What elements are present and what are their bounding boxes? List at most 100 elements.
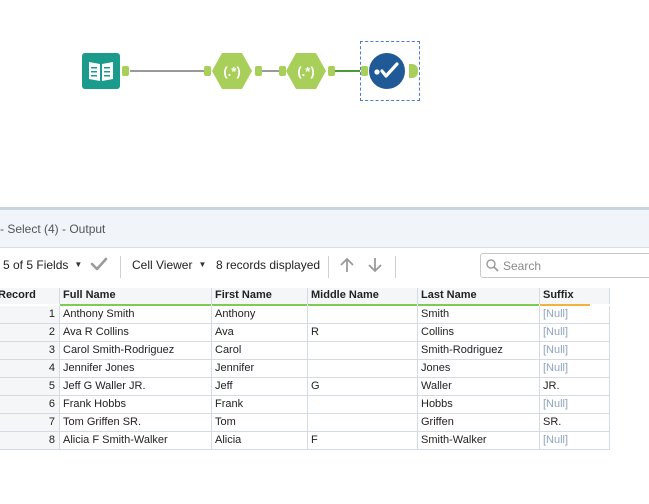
input-data-tool[interactable]: [82, 53, 120, 89]
column-header-middle-name[interactable]: Middle Name: [308, 288, 418, 306]
input-anchor[interactable]: [361, 66, 368, 76]
first-name-cell[interactable]: Jeff: [212, 378, 308, 396]
middle-name-cell[interactable]: R: [308, 324, 418, 342]
chevron-down-icon: ▼: [74, 260, 83, 269]
first-name-cell[interactable]: Jennifer: [212, 360, 308, 378]
toolbar-divider: [120, 256, 121, 278]
scroll-down-button[interactable]: [366, 256, 384, 277]
column-header-label: Middle Name: [311, 289, 379, 301]
record-number-cell[interactable]: 7: [0, 414, 60, 432]
middle-name-cell[interactable]: [308, 306, 418, 324]
suffix-cell[interactable]: [Null]: [540, 360, 610, 378]
last-name-cell[interactable]: Smith-Walker: [418, 432, 540, 450]
first-name-cell[interactable]: Frank: [212, 396, 308, 414]
book-icon: [82, 53, 120, 89]
middle-name-cell[interactable]: [308, 414, 418, 432]
first-name-cell[interactable]: Carol: [212, 342, 308, 360]
toolbar-divider: [395, 256, 396, 278]
record-number-cell[interactable]: 1: [0, 306, 60, 324]
select-tool[interactable]: [368, 52, 406, 90]
chevron-down-icon: ▼: [198, 260, 207, 269]
regex-icon: (.*): [286, 53, 326, 89]
input-anchor[interactable]: [204, 66, 211, 76]
apply-fields-button[interactable]: [90, 256, 108, 275]
column-header-last-name[interactable]: Last Name: [418, 288, 540, 306]
last-name-cell[interactable]: Smith: [418, 306, 540, 324]
suffix-cell[interactable]: [Null]: [540, 396, 610, 414]
search-box[interactable]: [480, 253, 649, 278]
middle-name-cell[interactable]: [308, 342, 418, 360]
regex-tool-1[interactable]: (.*): [212, 52, 252, 90]
column-header-label: Full Name: [63, 289, 116, 301]
last-name-cell[interactable]: Jones: [418, 360, 540, 378]
first-name-cell[interactable]: Alicia: [212, 432, 308, 450]
output-anchor[interactable]: [255, 66, 262, 76]
first-name-cell[interactable]: Ava: [212, 324, 308, 342]
svg-text:(.*): (.*): [297, 64, 314, 79]
full-name-cell[interactable]: Ava R Collins: [60, 324, 212, 342]
full-name-cell[interactable]: Jeff G Waller JR.: [60, 378, 212, 396]
record-number-cell[interactable]: 5: [0, 378, 60, 396]
connection-line: [130, 70, 204, 72]
record-number-cell[interactable]: 6: [0, 396, 60, 414]
record-number-cell[interactable]: 8: [0, 432, 60, 450]
suffix-cell[interactable]: [Null]: [540, 432, 610, 450]
fields-label: 5 of 5 Fields: [3, 258, 69, 272]
search-input[interactable]: [501, 256, 645, 275]
record-number-cell[interactable]: 2: [0, 324, 60, 342]
full-name-cell[interactable]: Anthony Smith: [60, 306, 212, 324]
middle-name-cell[interactable]: [308, 360, 418, 378]
results-window: - Select (4) - Output 5 of 5 Fields ▼ Cel…: [0, 207, 649, 504]
last-name-cell[interactable]: Griffen: [418, 414, 540, 432]
column-header-label: Record: [0, 289, 36, 301]
output-anchor[interactable]: [328, 66, 335, 76]
suffix-cell[interactable]: [Null]: [540, 306, 610, 324]
column-header-suffix[interactable]: Suffix: [540, 288, 610, 306]
suffix-cell[interactable]: [Null]: [540, 324, 610, 342]
results-toolbar: 5 of 5 Fields ▼ Cell Viewer ▼ 8 records di…: [0, 248, 649, 284]
first-name-cell[interactable]: Anthony: [212, 306, 308, 324]
connection-line: [333, 70, 360, 72]
full-name-cell[interactable]: Frank Hobbs: [60, 396, 212, 414]
column-header-label: Last Name: [421, 289, 477, 301]
record-number-cell[interactable]: 3: [0, 342, 60, 360]
middle-name-cell[interactable]: G: [308, 378, 418, 396]
scroll-up-button[interactable]: [338, 256, 356, 277]
checkmark-icon: [90, 257, 108, 271]
records-count: 8 records displayed: [216, 258, 320, 272]
fields-dropdown[interactable]: 5 of 5 Fields ▼: [3, 258, 82, 272]
results-title: - Select (4) - Output: [0, 222, 106, 236]
arrow-down-icon: [368, 258, 382, 273]
column-header-record[interactable]: Record: [0, 288, 60, 304]
record-number-cell[interactable]: 4: [0, 360, 60, 378]
regex-tool-2[interactable]: (.*): [286, 52, 326, 90]
output-anchor[interactable]: [122, 66, 129, 76]
full-name-cell[interactable]: Alicia F Smith-Walker: [60, 432, 212, 450]
suffix-cell[interactable]: SR.: [540, 414, 610, 432]
suffix-cell[interactable]: [Null]: [540, 342, 610, 360]
full-name-cell[interactable]: Carol Smith-Rodriguez: [60, 342, 212, 360]
cell-viewer-label: Cell Viewer: [132, 258, 193, 272]
cell-viewer-dropdown[interactable]: Cell Viewer ▼: [132, 258, 206, 272]
first-name-cell[interactable]: Tom: [212, 414, 308, 432]
results-title-bar: - Select (4) - Output: [0, 210, 649, 248]
full-name-cell[interactable]: Tom Griffen SR.: [60, 414, 212, 432]
column-header-first-name[interactable]: First Name: [212, 288, 308, 306]
full-name-cell[interactable]: Jennifer Jones: [60, 360, 212, 378]
column-header-full-name[interactable]: Full Name: [60, 288, 212, 306]
search-icon: [486, 259, 499, 272]
toolbar-divider: [328, 256, 329, 278]
last-name-cell[interactable]: Waller: [418, 378, 540, 396]
last-name-cell[interactable]: Hobbs: [418, 396, 540, 414]
last-name-cell[interactable]: Collins: [418, 324, 540, 342]
records-count-label: 8 records displayed: [216, 258, 321, 272]
suffix-cell[interactable]: JR.: [540, 378, 610, 396]
column-header-label: Suffix: [543, 289, 574, 301]
middle-name-cell[interactable]: [308, 396, 418, 414]
middle-name-cell[interactable]: F: [308, 432, 418, 450]
regex-icon: (.*): [212, 53, 252, 89]
input-anchor[interactable]: [279, 66, 286, 76]
last-name-cell[interactable]: Smith-Rodriguez: [418, 342, 540, 360]
workflow-canvas[interactable]: (.*) (.*): [0, 0, 649, 205]
select-check-icon: [369, 53, 405, 89]
